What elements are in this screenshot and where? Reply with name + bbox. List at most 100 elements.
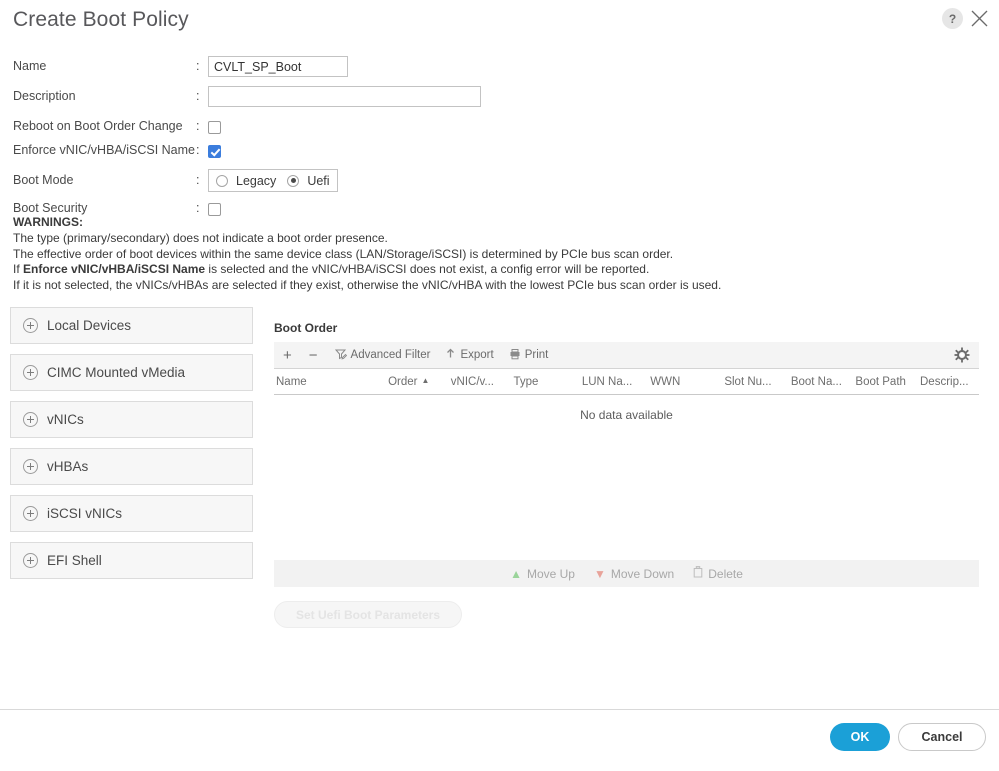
printer-icon [509, 348, 521, 363]
advanced-filter-label: Advanced Filter [350, 349, 431, 361]
enforce-name-label: Enforce vNIC/vHBA/iSCSI Name [13, 143, 195, 157]
column-header-order-label: Order [388, 375, 418, 388]
close-icon[interactable] [969, 8, 990, 29]
column-header-slot-number[interactable]: Slot Nu... [724, 376, 790, 388]
device-panel-label: EFI Shell [47, 553, 102, 568]
plus-icon [23, 365, 38, 380]
column-header-name[interactable]: Name [276, 376, 388, 388]
plus-icon [23, 318, 38, 333]
name-input[interactable] [208, 56, 348, 77]
sort-ascending-icon: ▲ [421, 375, 430, 385]
boot-policy-form: Name : Description : Reboot on Boot Orde… [0, 56, 520, 222]
device-panel-vnics[interactable]: vNICs [10, 401, 253, 438]
warnings-line-4: If it is not selected, the vNICs/vHBAs a… [13, 277, 722, 292]
form-row-name: Name : [0, 56, 520, 86]
enforce-colon: : [196, 143, 200, 157]
boot-mode-legacy-label: Legacy [236, 173, 277, 188]
arrow-down-icon: ▼ [593, 566, 606, 581]
column-header-order[interactable]: Order ▲ [388, 376, 451, 388]
name-colon: : [196, 59, 200, 73]
trash-icon [693, 566, 703, 581]
description-input[interactable] [208, 86, 481, 107]
boot-order-panel: Boot Order + − Advanced Filter Export Pr… [274, 321, 979, 628]
reboot-on-boot-order-change-label: Reboot on Boot Order Change [13, 119, 183, 133]
boot-security-colon: : [196, 201, 200, 215]
device-panel-label: Local Devices [47, 318, 132, 333]
dialog-header: Create Boot Policy ? [0, 0, 999, 46]
warnings-line-3: If Enforce vNIC/vHBA/iSCSI Name is selec… [13, 262, 973, 278]
name-label: Name [13, 59, 47, 73]
boot-mode-legacy-radio[interactable] [216, 174, 228, 187]
boot-order-action-bar: ▲ Move Up ▼ Move Down Delete [274, 560, 979, 587]
delete-button[interactable]: Delete [693, 566, 743, 581]
create-boot-policy-dialog: Create Boot Policy ? Name : Description … [0, 0, 999, 771]
boot-mode-radio-group: Legacy Uefi [208, 169, 338, 192]
reboot-colon: : [196, 119, 200, 133]
warnings-block: WARNINGS: The type (primary/secondary) d… [13, 215, 973, 293]
device-panel-label: iSCSI vNICs [47, 506, 123, 521]
print-label: Print [524, 349, 549, 361]
gear-icon[interactable] [954, 347, 970, 368]
export-icon [445, 348, 456, 363]
dialog-footer: OK Cancel [0, 709, 999, 771]
boot-order-table-header: Name Order ▲ vNIC/v... Type LUN Na... WWN… [274, 369, 979, 395]
column-header-boot-name[interactable]: Boot Na... [791, 376, 856, 388]
boot-order-toolbar: + − Advanced Filter Export Print [274, 342, 979, 369]
warnings-line-3-post: is selected and the vNIC/vHBA/iSCSI does… [205, 262, 650, 276]
help-icon[interactable]: ? [942, 8, 963, 29]
advanced-filter-button[interactable]: Advanced Filter [334, 348, 431, 363]
move-down-button[interactable]: ▼ Move Down [594, 567, 674, 581]
boot-mode-colon: : [196, 173, 200, 187]
cancel-button[interactable]: Cancel [898, 723, 986, 751]
boot-order-title: Boot Order [274, 321, 338, 335]
plus-icon [23, 459, 38, 474]
device-panel-vhbas[interactable]: vHBAs [10, 448, 253, 485]
device-panel-label: vHBAs [47, 459, 89, 474]
move-up-label: Move Up [526, 566, 575, 581]
export-label: Export [460, 349, 494, 361]
warnings-line-3-pre: If [13, 262, 24, 276]
column-header-vnic-vhba[interactable]: vNIC/v... [451, 376, 514, 388]
warnings-line-2: The effective order of boot devices with… [13, 246, 674, 261]
device-panel-iscsi-vnics[interactable]: iSCSI vNICs [10, 495, 253, 532]
form-row-description: Description : [0, 86, 520, 116]
column-header-wwn[interactable]: WWN [650, 376, 724, 388]
warnings-title: WARNINGS: [13, 215, 83, 229]
column-header-boot-path[interactable]: Boot Path [855, 376, 920, 388]
move-down-label: Move Down [610, 566, 675, 581]
device-panel-label: vNICs [47, 412, 84, 427]
device-panel-cimc-mounted-vmedia[interactable]: CIMC Mounted vMedia [10, 354, 253, 391]
move-up-button[interactable]: ▲ Move Up [510, 567, 575, 581]
device-panel-efi-shell[interactable]: EFI Shell [10, 542, 253, 579]
column-header-description[interactable]: Descrip... [920, 376, 977, 388]
boot-order-table-body: No data available [274, 395, 979, 560]
add-button[interactable]: + [283, 347, 292, 364]
device-panel-list: Local Devices CIMC Mounted vMedia vNICs … [10, 307, 253, 589]
export-button[interactable]: Export [445, 348, 494, 363]
column-header-type[interactable]: Type [513, 376, 581, 388]
empty-state-message: No data available [580, 408, 673, 422]
ok-button[interactable]: OK [830, 723, 890, 751]
description-label: Description [13, 89, 76, 103]
column-header-lun-name[interactable]: LUN Na... [582, 376, 650, 388]
reboot-on-boot-order-change-checkbox[interactable] [208, 121, 221, 135]
device-panel-local-devices[interactable]: Local Devices [10, 307, 253, 344]
plus-icon [23, 553, 38, 568]
page-title: Create Boot Policy [13, 8, 189, 31]
form-row-enforce-name: Enforce vNIC/vHBA/iSCSI Name : [0, 140, 520, 166]
enforce-name-checkbox[interactable] [208, 145, 221, 159]
description-colon: : [196, 89, 200, 103]
boot-mode-uefi-radio[interactable] [287, 174, 300, 187]
boot-mode-uefi-label: Uefi [307, 173, 330, 188]
warnings-line-1: The type (primary/secondary) does not in… [13, 231, 388, 245]
filter-icon [334, 348, 347, 363]
boot-mode-label: Boot Mode [13, 173, 74, 187]
device-panel-label: CIMC Mounted vMedia [47, 365, 186, 380]
print-button[interactable]: Print [509, 348, 549, 363]
arrow-up-icon: ▲ [510, 566, 522, 581]
boot-security-label: Boot Security [13, 201, 88, 215]
remove-button[interactable]: − [309, 347, 318, 364]
plus-icon [23, 506, 38, 521]
set-uefi-boot-parameters-button[interactable]: Set Uefi Boot Parameters [274, 601, 462, 628]
delete-label: Delete [708, 566, 743, 581]
